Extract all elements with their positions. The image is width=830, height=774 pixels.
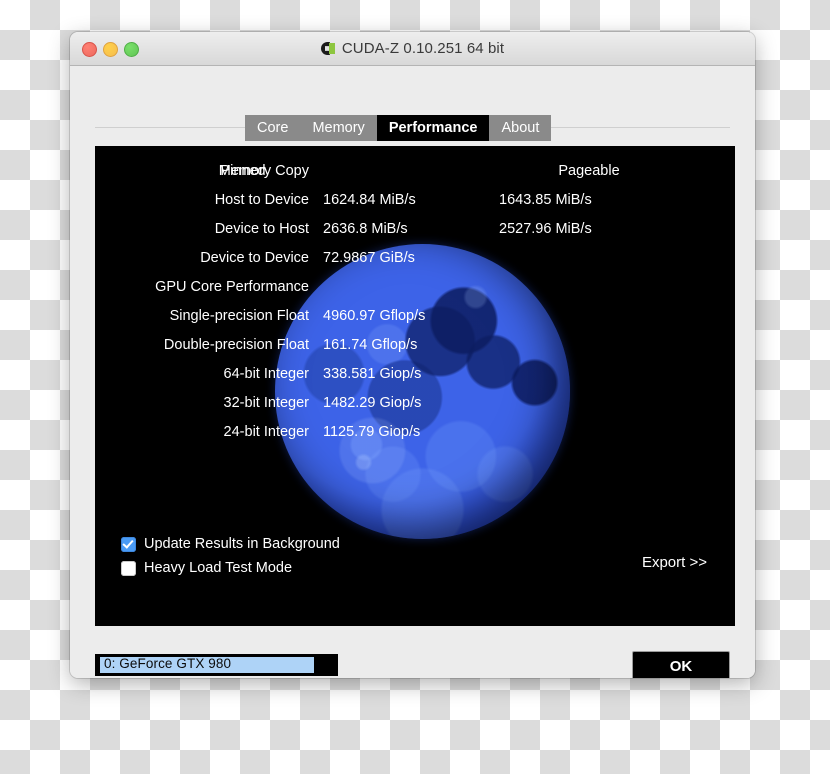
table-row: Device to Host 2636.8 MiB/s 2527.96 MiB/… [95, 214, 735, 243]
row-value: 1482.29 Giop/s [323, 395, 421, 411]
option-label: Heavy Load Test Mode [144, 560, 292, 576]
window-body: Core Memory Performance About Memory Cop… [70, 66, 755, 678]
column-header-pageable: Pageable [499, 163, 679, 179]
row-value: 338.581 Giop/s [323, 366, 421, 382]
table-row: Single-precision Float 4960.97 Gflop/s [95, 301, 735, 330]
tab-bar: Core Memory Performance About [70, 115, 755, 141]
device-selector-value: 0: GeForce GTX 980 [104, 656, 231, 671]
window-title-group: CUDA-Z 0.10.251 64 bit [70, 32, 755, 65]
option-update-results-in-background[interactable]: Update Results in Background [121, 532, 340, 556]
row-label: 24-bit Integer [95, 424, 309, 440]
tab-about[interactable]: About [489, 115, 551, 141]
table-row: Double-precision Float 161.74 Gflop/s [95, 330, 735, 359]
window-title: CUDA-Z 0.10.251 64 bit [342, 40, 504, 57]
title-bar: CUDA-Z 0.10.251 64 bit [70, 32, 755, 66]
table-row: 64-bit Integer 338.581 Giop/s [95, 359, 735, 388]
row-label: Device to Host [95, 221, 309, 237]
cuda-z-window: CUDA-Z 0.10.251 64 bit Core Memory Perfo… [70, 32, 755, 678]
checkbox-checked-icon[interactable] [121, 537, 136, 552]
row-value: 161.74 Gflop/s [323, 337, 417, 353]
row-value-pageable: 1643.85 MiB/s [499, 192, 592, 208]
table-header-row: Memory Copy Pinned Pageable [95, 156, 735, 185]
row-label: Single-precision Float [95, 308, 309, 324]
row-label: 32-bit Integer [95, 395, 309, 411]
gpu-core-header: GPU Core Performance [95, 279, 309, 295]
row-label: Device to Device [95, 250, 309, 266]
row-label: 64-bit Integer [95, 366, 309, 382]
row-label: Host to Device [95, 192, 309, 208]
option-heavy-load-test-mode[interactable]: Heavy Load Test Mode [121, 556, 340, 580]
tab-list: Core Memory Performance About [245, 115, 551, 141]
performance-table: Memory Copy Pinned Pageable Host to Devi… [95, 146, 735, 446]
tab-memory[interactable]: Memory [300, 115, 376, 141]
ok-button[interactable]: OK [632, 651, 730, 678]
tab-performance[interactable]: Performance [377, 115, 490, 141]
row-value-pinned: 1624.84 MiB/s [323, 192, 416, 208]
row-value-pinned: 2636.8 MiB/s [323, 221, 408, 237]
checkbox-unchecked-icon[interactable] [121, 561, 136, 576]
tab-core[interactable]: Core [245, 115, 300, 141]
row-value-pinned: 72.9867 GiB/s [323, 250, 415, 266]
row-value-pageable: 2527.96 MiB/s [499, 221, 592, 237]
table-row: 24-bit Integer 1125.79 Giop/s [95, 417, 735, 446]
options-group: Update Results in Background Heavy Load … [121, 532, 340, 580]
table-row: Device to Device 72.9867 GiB/s [95, 243, 735, 272]
cuda-z-icon [321, 42, 335, 55]
option-label: Update Results in Background [144, 536, 340, 552]
device-selector[interactable]: 0: GeForce GTX 980 [95, 654, 338, 676]
column-header-pinned: Pinned [95, 163, 391, 179]
table-row: Host to Device 1624.84 MiB/s 1643.85 MiB… [95, 185, 735, 214]
table-row: 32-bit Integer 1482.29 Giop/s [95, 388, 735, 417]
gpu-core-header-row: GPU Core Performance [95, 272, 735, 301]
row-label: Double-precision Float [95, 337, 309, 353]
export-button[interactable]: Export >> [642, 554, 707, 571]
performance-panel: Memory Copy Pinned Pageable Host to Devi… [95, 146, 735, 626]
row-value: 4960.97 Gflop/s [323, 308, 425, 324]
row-value: 1125.79 Giop/s [323, 424, 420, 440]
